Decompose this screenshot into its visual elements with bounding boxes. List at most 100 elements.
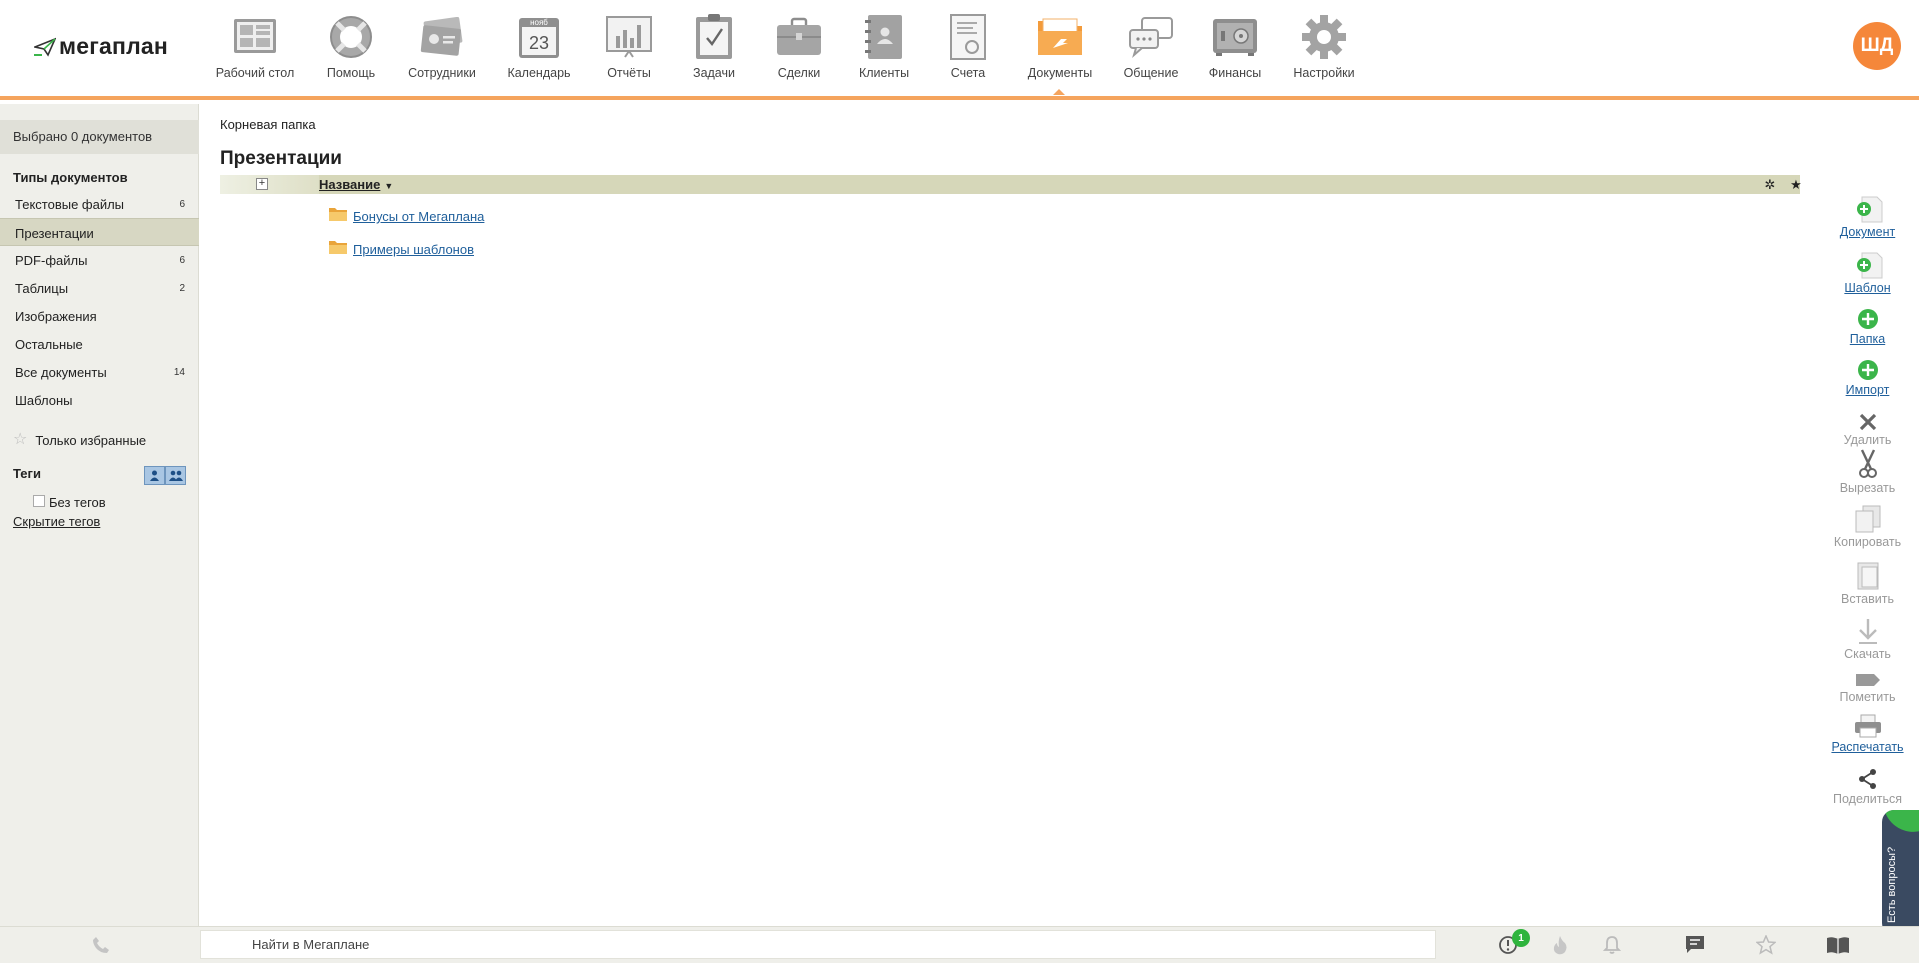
help-questions-tab[interactable]: Есть вопросы? <box>1882 810 1919 935</box>
lifebuoy-icon <box>328 14 374 60</box>
nav-invoices[interactable]: Счета <box>920 12 1016 80</box>
table-row: Бонусы от Мегаплана <box>329 200 484 233</box>
calendar-icon: нояб 23 <box>516 14 562 60</box>
column-name-header: Название ▼ <box>319 175 1759 194</box>
nav-finance[interactable]: Финансы <box>1187 12 1283 80</box>
tags-heading: Теги <box>13 466 41 481</box>
phone-icon[interactable] <box>92 936 110 959</box>
help-tab-label: Есть вопросы? <box>1886 846 1898 923</box>
hide-tags-link[interactable]: Скрытие тегов <box>13 514 100 529</box>
nav-clients[interactable]: Клиенты <box>836 12 932 80</box>
add-circle-icon <box>1820 353 1915 381</box>
favorites-star-icon[interactable]: ★ <box>1783 175 1809 194</box>
print-button[interactable]: Распечатать <box>1820 710 1915 754</box>
folder-link[interactable]: Бонусы от Мегаплана <box>353 209 484 224</box>
share-button[interactable]: Поделиться <box>1820 762 1915 806</box>
clients-notebook-icon <box>861 14 907 60</box>
sidebar: Выбрано 0 документов Типы документов Тек… <box>0 104 199 926</box>
table-header: + Название ▼ ✲ ★ <box>220 175 1802 194</box>
no-tags-filter[interactable]: Без тегов <box>33 495 106 510</box>
single-user-icon[interactable] <box>144 466 165 485</box>
nav-settings[interactable]: Настройки <box>1276 12 1372 80</box>
open-book-icon[interactable] <box>1826 935 1850 960</box>
type-tables[interactable]: Таблицы 2 <box>0 274 199 302</box>
expand-all-icon[interactable]: + <box>256 178 268 190</box>
type-images[interactable]: Изображения <box>0 302 199 330</box>
printer-icon <box>1820 710 1915 738</box>
tasks-clipboard-icon <box>691 14 737 60</box>
selected-count: Выбрано 0 документов <box>0 120 199 154</box>
new-document-button[interactable]: Документ <box>1820 195 1915 239</box>
table-settings-gear-icon[interactable]: ✲ <box>1757 175 1783 194</box>
top-header: мегаплан Рабочий стол Помощь Сотрудники <box>0 0 1919 100</box>
flame-icon[interactable] <box>1551 935 1569 960</box>
folder-icon <box>329 207 347 226</box>
nav-communication[interactable]: Общение <box>1103 12 1199 80</box>
desktop-icon <box>232 14 278 60</box>
add-template-icon <box>1820 251 1915 279</box>
type-others[interactable]: Остальные <box>0 330 199 358</box>
settings-gear-icon <box>1301 14 1347 60</box>
doc-type-list: Текстовые файлы 6 Презентации PDF-файлы … <box>0 190 199 414</box>
new-template-button[interactable]: Шаблон <box>1820 251 1915 295</box>
folder-link[interactable]: Примеры шаблонов <box>353 242 474 257</box>
nav-employees[interactable]: Сотрудники <box>394 12 490 80</box>
cut-button[interactable]: Вырезать <box>1820 449 1915 495</box>
add-document-icon <box>1820 195 1915 223</box>
svg-text:нояб: нояб <box>530 18 548 27</box>
table-row: Примеры шаблонов <box>329 233 484 266</box>
nav-documents[interactable]: Документы <box>1012 12 1108 80</box>
nav-desktop[interactable]: Рабочий стол <box>207 12 303 80</box>
group-users-icon[interactable] <box>165 466 186 485</box>
nav-help[interactable]: Помощь <box>303 12 399 80</box>
employees-card-icon <box>419 14 465 60</box>
bell-icon[interactable] <box>1602 935 1622 960</box>
no-tags-checkbox[interactable] <box>33 495 45 507</box>
types-heading: Типы документов <box>13 170 128 185</box>
safe-icon <box>1212 14 1258 60</box>
notification-badge: 1 <box>1512 929 1530 947</box>
download-arrow-icon <box>1820 617 1915 645</box>
import-button[interactable]: Импорт <box>1820 353 1915 397</box>
documents-folder-icon <box>1037 14 1083 60</box>
nav-reports[interactable]: Отчёты <box>581 12 677 80</box>
type-count: 6 <box>179 255 185 266</box>
copy-button[interactable]: Копировать <box>1820 505 1915 549</box>
tag-scope-toggle <box>144 466 186 485</box>
user-avatar[interactable]: ШД <box>1853 22 1901 70</box>
type-presentations[interactable]: Презентации <box>0 218 199 246</box>
favorites-only-filter[interactable]: ☆ Только избранные <box>13 432 146 448</box>
active-nav-pointer <box>1053 89 1065 95</box>
scissors-icon <box>1820 449 1915 479</box>
favorites-star-outline-icon[interactable] <box>1755 934 1777 960</box>
breadcrumb[interactable]: Корневая папка <box>220 117 316 132</box>
help-leaf-decoration <box>1883 810 1919 839</box>
type-count: 14 <box>173 367 185 378</box>
messages-icon[interactable] <box>1685 935 1705 960</box>
nav-tasks[interactable]: Задачи <box>666 12 762 80</box>
svg-text:23: 23 <box>529 33 549 53</box>
copy-pages-icon <box>1820 505 1915 533</box>
global-search[interactable] <box>200 930 1436 959</box>
mark-button[interactable]: Пометить <box>1820 660 1915 704</box>
type-pdf-files[interactable]: PDF-файлы 6 <box>0 246 199 274</box>
megaplan-logo[interactable]: мегаплан <box>34 33 168 60</box>
nav-calendar[interactable]: нояб 23 Календарь <box>491 12 587 80</box>
share-icon <box>1820 762 1915 790</box>
type-count: 6 <box>179 199 185 210</box>
paste-button[interactable]: Вставить <box>1820 562 1915 606</box>
delete-button[interactable]: Удалить <box>1820 403 1915 447</box>
sort-desc-icon[interactable]: ▼ <box>384 181 393 191</box>
new-folder-button[interactable]: Папка <box>1820 302 1915 346</box>
type-all-documents[interactable]: Все документы 14 <box>0 358 199 386</box>
download-button[interactable]: Скачать <box>1820 617 1915 661</box>
type-templates[interactable]: Шаблоны <box>0 386 199 414</box>
type-text-files[interactable]: Текстовые файлы 6 <box>0 190 199 218</box>
nav-deals[interactable]: Сделки <box>751 12 847 80</box>
global-search-input[interactable] <box>201 931 1435 958</box>
reports-chart-icon <box>606 14 652 60</box>
deals-briefcase-icon <box>776 14 822 60</box>
sort-by-name[interactable]: Название <box>319 177 380 192</box>
star-outline-icon: ☆ <box>13 431 28 448</box>
chat-bubbles-icon <box>1128 14 1174 60</box>
